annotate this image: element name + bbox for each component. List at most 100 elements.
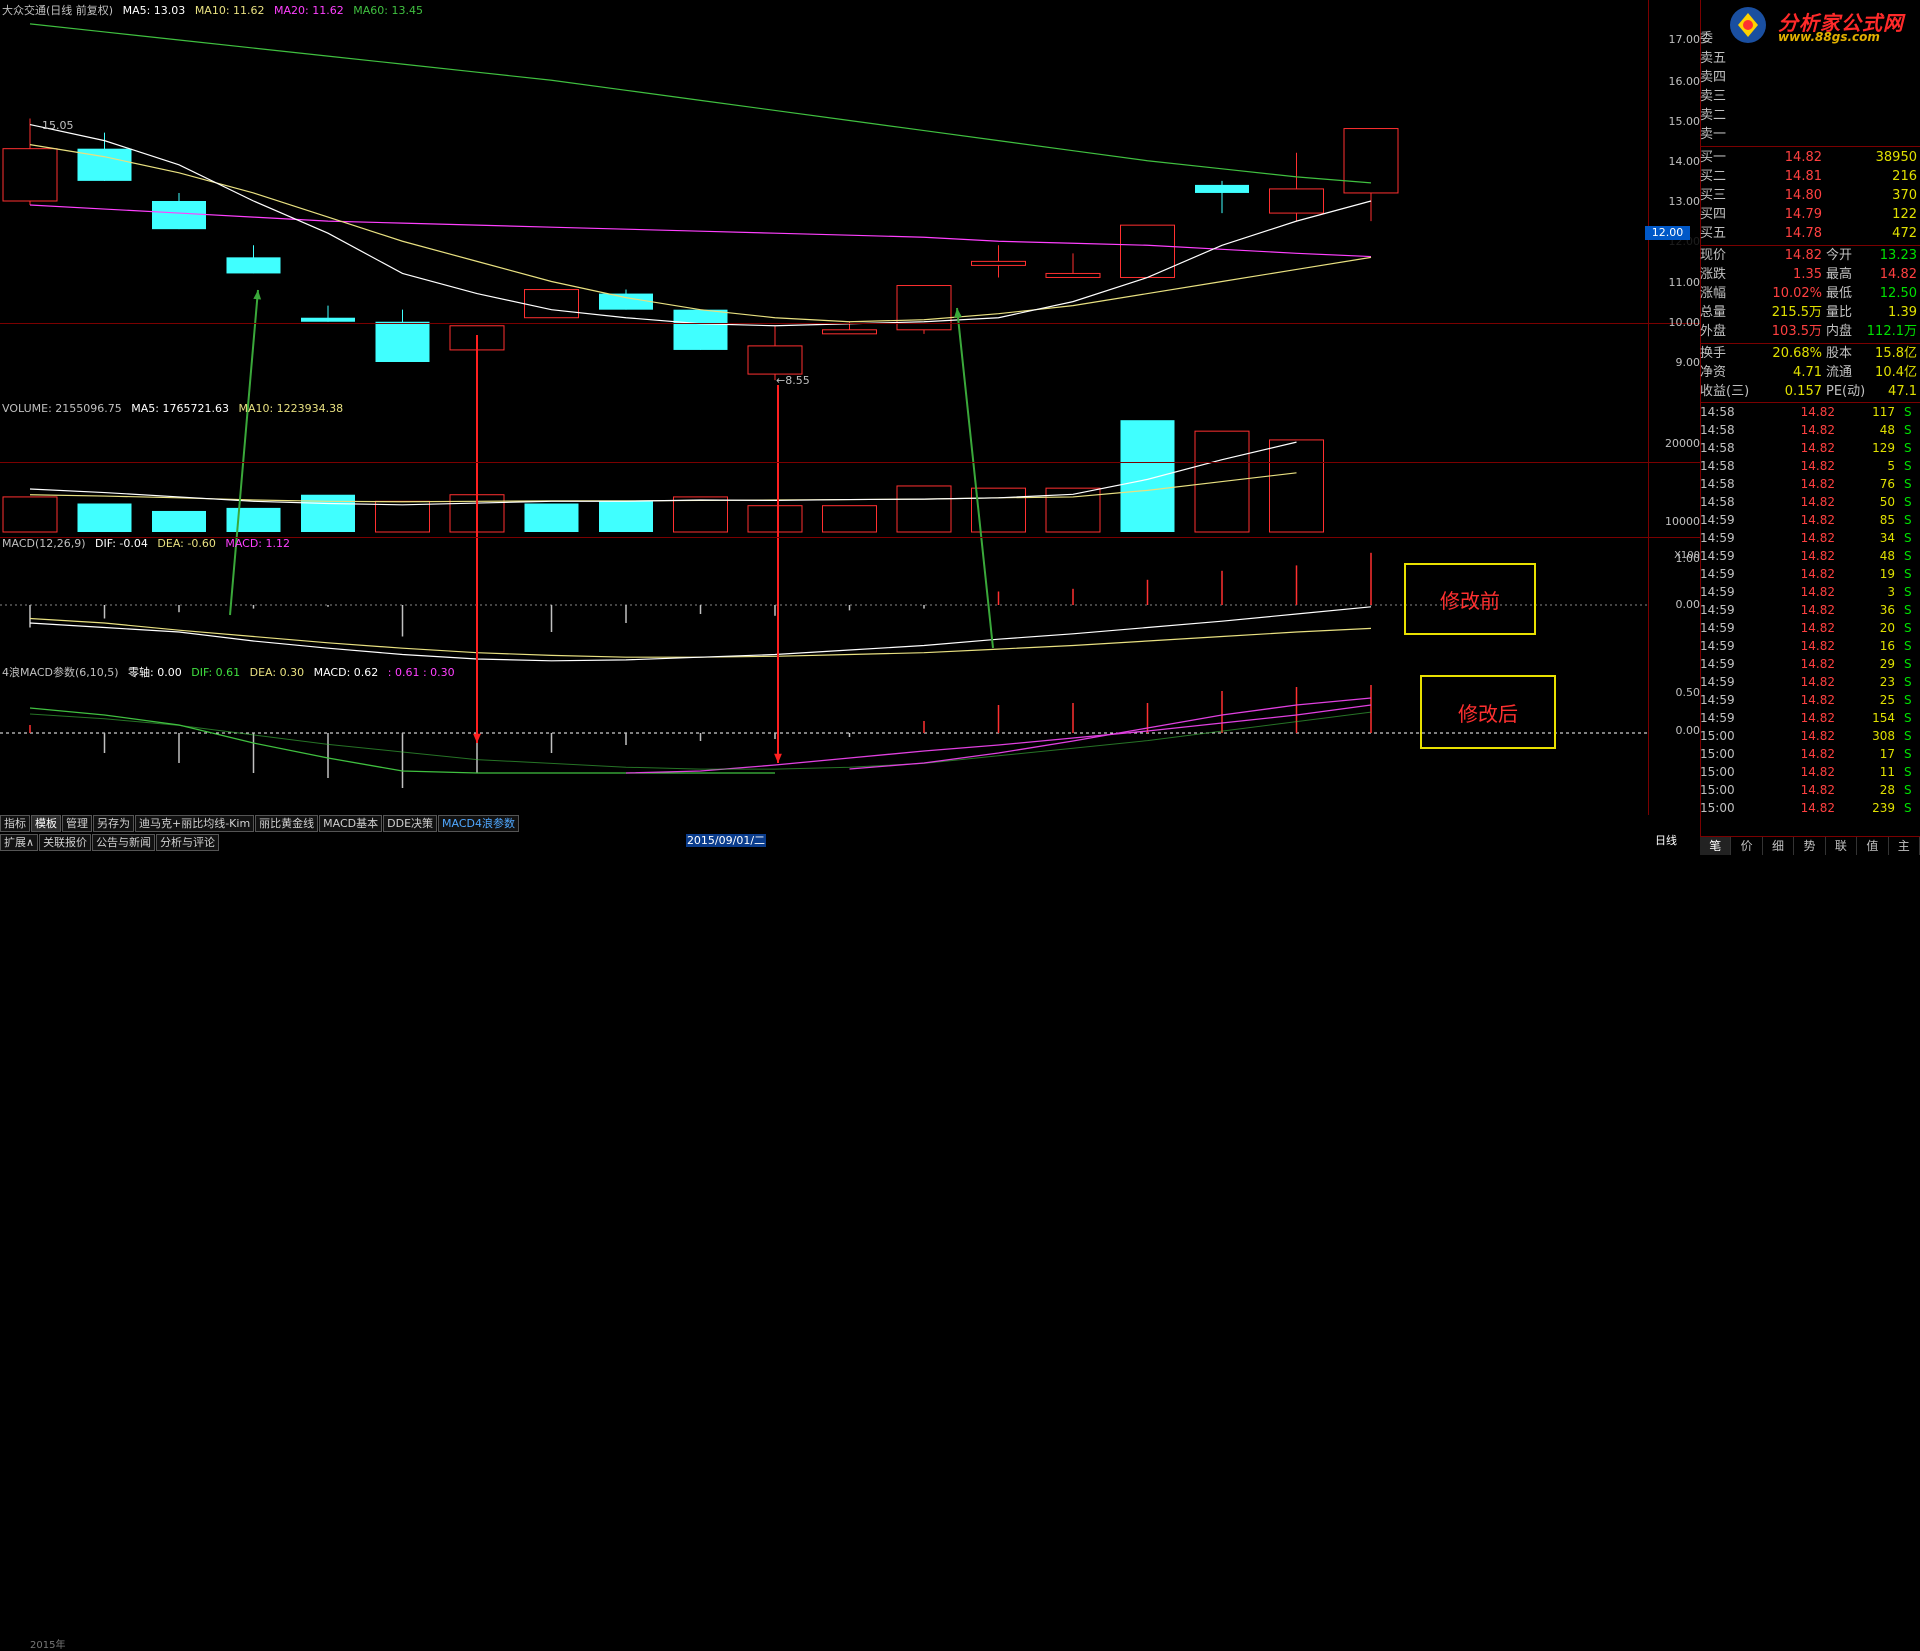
chart-area[interactable]: 大众交通(日线 前复权) MA5: 13.03 MA10: 11.62 MA20… <box>0 0 1700 815</box>
tick-side: S <box>1904 513 1912 527</box>
tab-news[interactable]: 公告与新闻 <box>92 834 156 851</box>
volume-bar-down <box>152 510 206 532</box>
fundamental-row: 净资 4.71 流通 10.4亿 <box>1700 364 1920 382</box>
period-label[interactable]: 日线 <box>1655 832 1677 848</box>
tab-main[interactable]: 主 <box>1889 837 1920 855</box>
tick-time: 14:59 <box>1700 585 1735 599</box>
buy-row[interactable]: 买四 14.79 122 <box>1700 206 1920 224</box>
tab-manage[interactable]: 管理 <box>62 815 92 832</box>
price-tick: 11.00 <box>1668 276 1701 289</box>
tick-time: 14:59 <box>1700 549 1735 563</box>
tick-volume: 129 <box>1872 441 1895 455</box>
tag-after: 修改后 <box>1420 675 1556 749</box>
volume-value: VOLUME: 2155096.75 <box>2 402 122 415</box>
volume-bar-down <box>524 503 579 532</box>
sell-label: 卖二 <box>1700 108 1727 123</box>
tick-price: 14.82 <box>1800 657 1835 671</box>
tab-save-as[interactable]: 另存为 <box>93 815 134 832</box>
tab-related-quotes[interactable]: 关联报价 <box>39 834 92 851</box>
tick-volume: 20 <box>1879 621 1895 635</box>
divider <box>1700 245 1920 246</box>
tab-trend[interactable]: 势 <box>1794 837 1826 855</box>
crosshair-date: 2015/09/01/二 <box>686 834 766 847</box>
quote-label: 总量 <box>1700 305 1727 320</box>
macd-dif: DIF: -0.04 <box>95 537 148 550</box>
tick-side: S <box>1904 567 1912 581</box>
macd2-name: 4浪MACD参数(6,10,5) <box>2 666 119 679</box>
tick-side: S <box>1904 729 1912 743</box>
tick-side: S <box>1904 747 1912 761</box>
tab-indicator[interactable]: 指标 <box>0 815 30 832</box>
tick-volume: 17 <box>1879 747 1895 761</box>
tab-expand[interactable]: 扩展∧ <box>0 834 39 851</box>
tick-price: 14.82 <box>1800 621 1835 635</box>
quote-value: 215.5万 <box>1771 305 1822 320</box>
tick-price: 14.82 <box>1800 549 1835 563</box>
quote-value: 1.39 <box>1888 305 1917 320</box>
tick-volume: 11 <box>1879 765 1895 779</box>
tick-volume: 76 <box>1879 477 1895 491</box>
tick-volume: 154 <box>1872 711 1895 725</box>
tab-ticks[interactable]: 笔 <box>1700 837 1732 855</box>
buy-label: 买四 <box>1700 207 1727 222</box>
tab-analysis[interactable]: 分析与评论 <box>156 834 220 851</box>
tick-side: S <box>1904 459 1912 473</box>
buy-row[interactable]: 买三 14.80 370 <box>1700 187 1920 205</box>
tick-price: 14.82 <box>1800 693 1835 707</box>
ma60-line <box>29 23 1372 184</box>
tick-volume: 19 <box>1879 567 1895 581</box>
divider <box>1700 402 1920 403</box>
buy-volume: 122 <box>1892 207 1917 222</box>
buy-price: 14.78 <box>1784 226 1822 241</box>
buy-label: 买一 <box>1700 150 1727 165</box>
tick-side: S <box>1904 693 1912 707</box>
buy-row[interactable]: 买五 14.78 472 <box>1700 225 1920 243</box>
tick-volume: 16 <box>1879 639 1895 653</box>
tab-price[interactable]: 价 <box>1731 837 1763 855</box>
tick-side: S <box>1904 531 1912 545</box>
tick-row: 14:59 14.82 29 S <box>1700 656 1920 672</box>
tick-row: 14:58 14.82 50 S <box>1700 494 1920 510</box>
tick-row: 14:59 14.82 3 S <box>1700 584 1920 600</box>
volume-bar-up <box>896 485 952 533</box>
tick-price: 14.82 <box>1800 747 1835 761</box>
sell-label: 卖三 <box>1700 89 1727 104</box>
tick-side: S <box>1904 549 1912 563</box>
quote-label: 涨幅 <box>1700 286 1727 301</box>
quote-row: 现价 14.82 今开 13.23 <box>1700 247 1920 265</box>
tick-side: S <box>1904 783 1912 797</box>
tick-side: S <box>1904 639 1912 653</box>
buy-row[interactable]: 买一 14.82 38950 <box>1700 149 1920 167</box>
volume-ma10: MA10: 1223934.38 <box>238 402 344 415</box>
tab-detail[interactable]: 细 <box>1763 837 1795 855</box>
tick-volume: 34 <box>1879 531 1895 545</box>
quote-row: 外盘 103.5万 内盘 112.1万 <box>1700 323 1920 341</box>
buy-row[interactable]: 买二 14.81 216 <box>1700 168 1920 186</box>
tick-volume: 23 <box>1879 675 1895 689</box>
volume-ma5-line <box>29 441 1297 506</box>
tab-link[interactable]: 联 <box>1826 837 1858 855</box>
quote-label: 最高 <box>1826 267 1853 282</box>
tab-demark[interactable]: 迪马克+丽比均线-Kim <box>135 815 255 832</box>
tick-volume: 308 <box>1872 729 1895 743</box>
tick-volume: 3 <box>1887 585 1895 599</box>
tick-side: S <box>1904 675 1912 689</box>
tab-dde[interactable]: DDE决策 <box>383 815 438 832</box>
sell-row: 卖四 <box>1700 69 1920 87</box>
tab-template[interactable]: 模板 <box>31 815 61 832</box>
tick-price: 14.82 <box>1800 459 1835 473</box>
tab-golden-line[interactable]: 丽比黄金线 <box>255 815 319 832</box>
volume-bar-up <box>747 505 803 533</box>
tab-macd4[interactable]: MACD4浪参数 <box>438 815 520 832</box>
tick-row: 14:58 14.82 76 S <box>1700 476 1920 492</box>
tick-side: S <box>1904 765 1912 779</box>
tick-price: 14.82 <box>1800 441 1835 455</box>
volume-pane-title: VOLUME: 2155096.75 MA5: 1765721.63 MA10:… <box>2 402 349 416</box>
tick-volume: 48 <box>1879 549 1895 563</box>
tick-row: 15:00 14.82 28 S <box>1700 782 1920 798</box>
tab-macd-basic[interactable]: MACD基本 <box>319 815 383 832</box>
tick-volume: 5 <box>1887 459 1895 473</box>
macd-pane-title: MACD(12,26,9) DIF: -0.04 DEA: -0.60 MACD… <box>2 537 296 551</box>
current-price-marker: 12.00 <box>1645 226 1690 240</box>
tab-value[interactable]: 值 <box>1857 837 1889 855</box>
